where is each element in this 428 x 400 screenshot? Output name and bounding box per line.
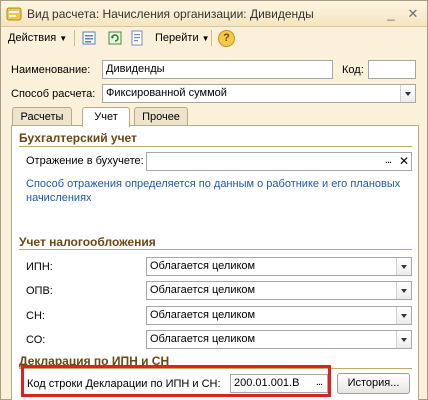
help-icon[interactable]: ? [218, 30, 235, 47]
actions-menu[interactable]: Действия ▼ [8, 29, 67, 47]
tax-section-divider [19, 249, 412, 250]
sn-value: Облагается целиком [150, 309, 256, 321]
toolbar-separator [74, 30, 75, 46]
so-select[interactable]: Облагается целиком [146, 330, 412, 349]
document-icon[interactable] [129, 30, 145, 46]
tab-accounting[interactable]: Учет [82, 107, 130, 127]
chevron-down-icon: ▼ [201, 34, 210, 43]
history-button-label: История... [347, 377, 400, 389]
method-value: Фиксированной суммой [106, 87, 227, 99]
sn-label: СН: [26, 310, 45, 322]
opv-label: ОПВ: [26, 285, 53, 297]
app-window: Вид расчета: Начисления организации: Див… [0, 0, 428, 400]
close-icon[interactable]: ✕ [405, 6, 421, 22]
method-label: Способ расчета: [11, 88, 96, 100]
toolbar-separator [211, 30, 212, 46]
actions-menu-label: Действия [8, 32, 57, 44]
select-ellipsis-button[interactable]: ... [311, 375, 327, 392]
declaration-code-value: 200.01.001.В [234, 377, 300, 389]
goto-menu-label: Перейти [155, 32, 199, 44]
clear-icon[interactable]: ✕ [397, 153, 411, 170]
reflection-label: Отражение в бухучете: [26, 155, 144, 167]
declaration-code-label: Код строки Декларации по ИПН и СН: [27, 378, 221, 390]
accounting-hint: Способ отражения определяется по данным … [26, 178, 401, 204]
code-field[interactable] [368, 60, 416, 79]
chevron-down-icon: ▼ [59, 34, 68, 43]
so-label: СО: [26, 334, 46, 346]
accounting-section-divider [19, 146, 412, 147]
dropdown-icon[interactable] [396, 307, 411, 324]
select-ellipsis-button[interactable]: ... [380, 153, 396, 170]
accounting-section-title: Бухгалтерский учет [19, 131, 137, 145]
tab-accounting-label: Учет [94, 111, 118, 123]
dropdown-icon[interactable] [396, 258, 411, 275]
code-label: Код: [342, 64, 364, 76]
opv-value: Облагается целиком [150, 284, 256, 296]
dropdown-icon[interactable] [396, 331, 411, 348]
history-button[interactable]: История... [337, 373, 410, 394]
tax-section-title: Учет налогообложения [19, 235, 156, 249]
tab-other[interactable]: Прочее [134, 107, 188, 126]
reflection-field[interactable]: ... ✕ [146, 152, 412, 171]
name-field[interactable]: Дивиденды [102, 60, 333, 79]
title-bar[interactable]: Вид расчета: Начисления организации: Див… [1, 1, 427, 27]
sn-select[interactable]: Облагается целиком [146, 306, 412, 325]
window-title: Вид расчета: Начисления организации: Див… [27, 7, 314, 21]
list-icon[interactable] [81, 30, 97, 46]
minimize-icon[interactable]: _ [383, 6, 399, 22]
opv-select[interactable]: Облагается целиком [146, 281, 412, 300]
tab-other-label: Прочее [142, 111, 180, 123]
ipn-select[interactable]: Облагается целиком [146, 257, 412, 276]
name-value: Дивиденды [106, 63, 165, 75]
so-value: Облагается целиком [150, 333, 256, 345]
goto-menu[interactable]: Перейти ▼ [155, 29, 210, 47]
ipn-value: Облагается целиком [150, 260, 256, 272]
app-icon [6, 7, 22, 21]
ipn-label: ИПН: [26, 261, 53, 273]
dropdown-icon[interactable] [396, 282, 411, 299]
toolbar: Действия ▼ Перейти ▼ ? [1, 27, 427, 49]
tab-calculations[interactable]: Расчеты [12, 107, 72, 126]
tab-calculations-label: Расчеты [20, 111, 64, 123]
declaration-code-field[interactable]: 200.01.001.В ... [230, 374, 328, 393]
method-select[interactable]: Фиксированной суммой [102, 84, 416, 103]
dropdown-icon[interactable] [400, 85, 415, 102]
refresh-icon[interactable] [107, 30, 123, 46]
name-label: Наименование: [11, 64, 91, 76]
